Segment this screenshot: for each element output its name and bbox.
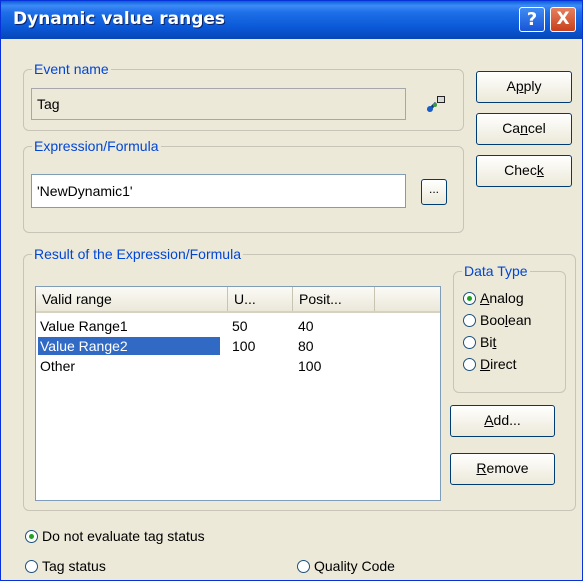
column-header-position[interactable]: Posit... [293, 287, 375, 311]
title-bar[interactable]: Dynamic value ranges ? X [1, 1, 582, 39]
radio-dot-icon [463, 335, 476, 349]
cell-range: Other [40, 358, 76, 374]
radio-tag-status[interactable]: Tag status [25, 558, 106, 574]
cell-u: 100 [232, 338, 256, 354]
radio-dot-icon [297, 559, 310, 573]
apply-label-key: p [515, 78, 524, 94]
add-label-b: dd... [493, 412, 521, 428]
apply-button[interactable]: Apply [476, 71, 572, 103]
data-type-label-part: D [480, 356, 491, 372]
radio-dot-icon [463, 313, 476, 327]
radio-quality-code-label: Quality Code [314, 558, 395, 574]
data-type-label-part: t [492, 334, 497, 350]
help-button[interactable]: ? [519, 7, 545, 32]
apply-label-a: A [506, 78, 516, 94]
expression-legend: Expression/Formula [34, 138, 159, 154]
window-title: Dynamic value ranges [13, 9, 226, 29]
data-type-option[interactable]: Analog [463, 290, 524, 306]
column-header-valid-range[interactable]: Valid range [36, 287, 228, 311]
remove-label-b: emove [486, 460, 529, 476]
radio-dot-checked-icon [25, 529, 38, 543]
cancel-label-a: Ca [502, 120, 521, 136]
cell-position: 80 [298, 338, 314, 354]
expression-input[interactable]: 'NewDynamic1' [31, 174, 406, 208]
radio-dot-checked-icon [463, 291, 476, 305]
data-type-label-part: A [480, 290, 490, 306]
check-label-a: Chec [504, 162, 537, 178]
cell-position: 40 [298, 318, 314, 334]
data-type-label-part: Boo [480, 312, 505, 328]
tag-select-icon[interactable] [425, 93, 447, 115]
ranges-list[interactable]: Valid range U... Posit... Value Range1 50… [35, 286, 441, 501]
radio-no-evaluate-label: Do not evaluate tag status [42, 528, 205, 544]
cell-position: 100 [298, 358, 322, 374]
cell-range: Value Range2 [38, 337, 220, 355]
table-row[interactable]: Value Range2 100 80 [36, 337, 440, 355]
radio-tag-status-label: Tag status [42, 558, 106, 574]
list-header: Valid range U... Posit... [36, 287, 440, 313]
cell-range: Value Range1 [40, 318, 128, 334]
check-button[interactable]: Check [476, 155, 572, 187]
column-header-u[interactable]: U... [228, 287, 293, 311]
cancel-label-b: cel [527, 120, 546, 136]
data-type-label-part: ean [508, 312, 532, 328]
remove-button[interactable]: Remove [450, 453, 555, 485]
radio-dot-icon [25, 559, 38, 573]
data-type-label-part: irect [490, 356, 517, 372]
cancel-label-key: n [520, 120, 528, 136]
remove-label-key: R [476, 460, 487, 476]
event-name-legend: Event name [34, 61, 109, 77]
event-name-field[interactable]: Tag [31, 88, 406, 120]
cell-u: 50 [232, 318, 248, 334]
data-type-label-part: Bi [480, 334, 493, 350]
result-legend: Result of the Expression/Formula [34, 246, 241, 262]
add-button[interactable]: Add... [450, 405, 555, 437]
add-label-key: A [484, 412, 494, 428]
cancel-button[interactable]: Cancel [476, 113, 572, 145]
check-label-key: k [536, 162, 544, 178]
apply-label-b: ply [523, 78, 542, 94]
data-type-option[interactable]: Boo l ean [463, 312, 531, 328]
data-type-option[interactable]: Direct [463, 356, 517, 372]
table-row[interactable]: Value Range1 50 40 [36, 317, 440, 335]
data-type-option[interactable]: Bi t [463, 334, 496, 350]
expression-browse-button[interactable]: ... [421, 179, 447, 205]
data-type-legend: Data Type [464, 263, 528, 279]
radio-no-evaluate[interactable]: Do not evaluate tag status [25, 528, 205, 544]
data-type-group: Data Type [453, 263, 566, 393]
table-row[interactable]: Other 100 [36, 357, 440, 375]
close-button[interactable]: X [550, 7, 576, 32]
radio-quality-code[interactable]: Quality Code [297, 558, 395, 574]
dialog-window: Dynamic value ranges ? X Event name Tag … [0, 0, 583, 581]
cell-u [232, 357, 292, 375]
radio-dot-icon [463, 357, 476, 371]
data-type-label-part: nalog [489, 290, 524, 306]
